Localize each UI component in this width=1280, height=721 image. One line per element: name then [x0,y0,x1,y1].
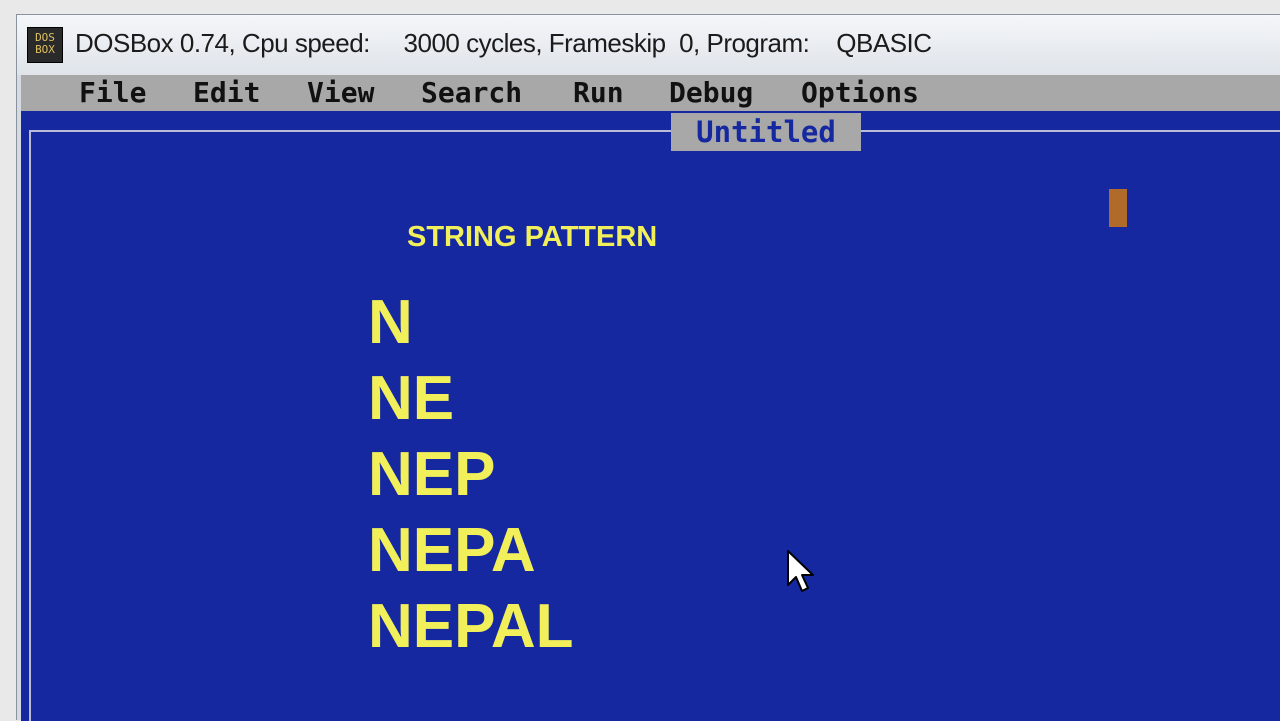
dosbox-icon[interactable]: DOS BOX [27,27,63,63]
pattern-heading: STRING PATTERN [407,221,658,253]
menu-debug[interactable]: Debug [669,77,753,109]
text-cursor [1109,189,1127,227]
window-title: DOSBox 0.74, Cpu speed: 3000 cycles, Fra… [75,28,932,58]
menu-view[interactable]: View [307,77,374,109]
menu-search[interactable]: Search [421,77,522,109]
pattern-line: N [368,288,413,357]
menu-bar: File Edit View Search Run Debug Options [21,75,1280,111]
menu-file[interactable]: File [79,77,146,109]
dos-screen[interactable]: File Edit View Search Run Debug Options … [21,75,1280,721]
dosbox-window: DOS BOX DOSBox 0.74, Cpu speed: 3000 cyc… [16,14,1280,721]
menu-options[interactable]: Options [801,77,919,109]
pattern-line: NEPA [368,516,536,585]
editor-area[interactable] [29,130,1280,721]
mouse-pointer-icon [787,550,814,592]
pattern-line: NEPAL [368,592,574,661]
pattern-line: NEP [368,440,496,509]
menu-edit[interactable]: Edit [193,77,260,109]
menu-run[interactable]: Run [573,77,624,109]
document-title: Untitled [671,113,861,151]
pattern-line: NE [368,364,455,433]
pattern-list: N NE NEP NEPA NEPAL [368,285,574,665]
icon-label: DOS BOX [35,31,55,56]
title-bar[interactable]: DOS BOX DOSBox 0.74, Cpu speed: 3000 cyc… [17,15,1280,75]
